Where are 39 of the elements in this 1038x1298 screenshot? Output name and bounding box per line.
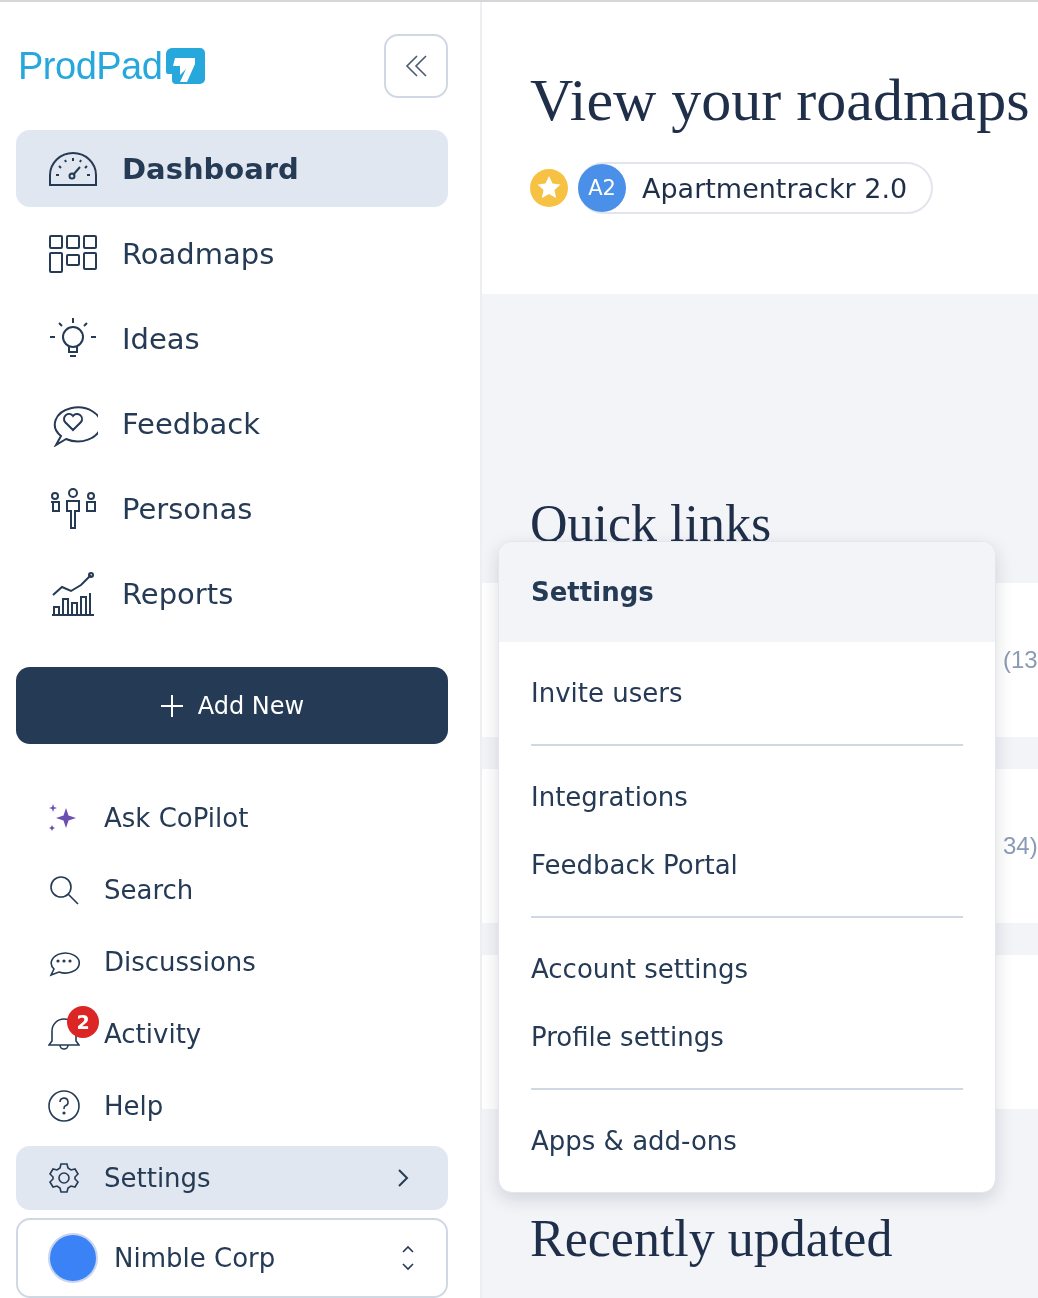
nav-item[interactable]: Ideas xyxy=(16,300,448,377)
page-title: View your roadmaps xyxy=(530,66,1031,135)
search-icon xyxy=(48,874,80,906)
nav-item[interactable]: Dashboard xyxy=(16,130,448,207)
notification-badge: 2 xyxy=(67,1006,99,1038)
menu-item[interactable]: Integrations xyxy=(531,763,963,831)
speedometer-icon xyxy=(48,150,98,187)
product-avatar: A2 xyxy=(578,164,626,212)
menu-item[interactable]: Account settings xyxy=(531,935,963,1003)
logo-text: ProdPad xyxy=(18,44,163,88)
nav-item[interactable]: 2 Activity xyxy=(16,1002,448,1066)
section-heading: Recently updated xyxy=(529,1209,894,1268)
help-icon xyxy=(48,1090,80,1122)
settings-icon xyxy=(48,1162,80,1194)
workspace-switcher[interactable]: Nimble Corp xyxy=(16,1218,448,1298)
grid-icon xyxy=(48,233,98,274)
product-selector[interactable]: A2 Apartmentrackr 2.0 xyxy=(578,162,934,214)
plus-icon xyxy=(159,693,184,718)
nav-item[interactable]: Personas xyxy=(16,470,448,547)
menu-item[interactable]: Feedback Portal xyxy=(531,831,963,899)
nav-item[interactable]: Discussions xyxy=(16,930,448,994)
menu-item[interactable]: Apps & add-ons xyxy=(531,1107,963,1175)
nav-item[interactable]: Reports xyxy=(16,555,448,632)
menu-item[interactable]: Profile settings xyxy=(531,1003,963,1071)
logo-arrow-icon xyxy=(166,46,207,86)
chevron-right-icon xyxy=(396,1168,410,1188)
people-icon xyxy=(48,487,98,530)
nav-item[interactable]: Feedback xyxy=(16,385,448,462)
nav-item[interactable]: Help xyxy=(16,1074,448,1138)
collapse-sidebar-button[interactable] xyxy=(384,34,448,98)
nav-item[interactable]: Roadmaps xyxy=(16,215,448,292)
up-down-chevron-icon xyxy=(400,1243,416,1273)
nav-item[interactable]: Settings xyxy=(16,1146,448,1210)
menu-item[interactable]: Invite users xyxy=(531,659,963,727)
nav-item[interactable]: Search xyxy=(16,858,448,922)
workspace-avatar xyxy=(48,1233,98,1283)
menu-title: Settings xyxy=(499,542,995,642)
add-new-button[interactable]: Add New xyxy=(16,667,448,744)
nav-item[interactable]: Ask CoPilot xyxy=(16,786,448,850)
